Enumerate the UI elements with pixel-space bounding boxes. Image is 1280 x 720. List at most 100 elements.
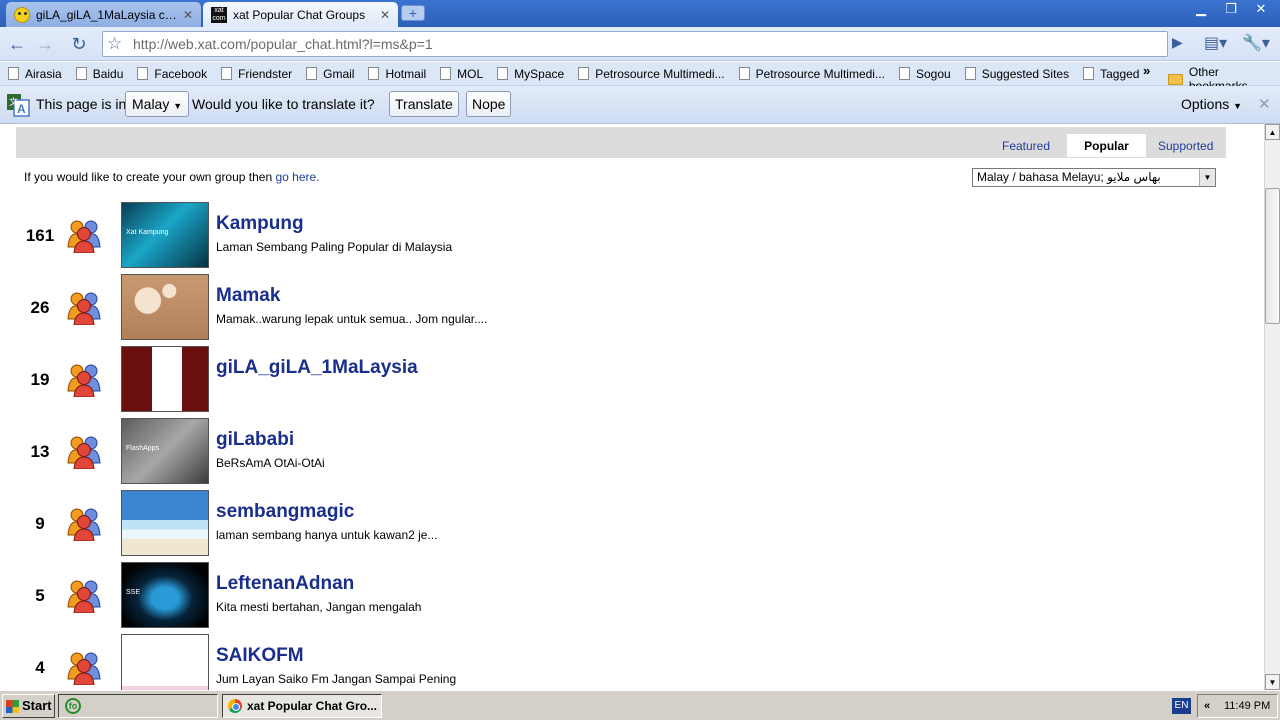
vertical-scrollbar[interactable]: ▲ ▼: [1264, 124, 1280, 690]
bookmark-item[interactable]: Tagged: [1083, 67, 1139, 81]
bookmark-label: Gmail: [323, 66, 355, 81]
go-arrow-icon[interactable]: ▶: [1172, 34, 1183, 51]
language-indicator[interactable]: EN: [1172, 698, 1191, 714]
page-icon: [137, 67, 149, 80]
tab-close-icon[interactable]: ✕: [183, 8, 193, 22]
page-menu-icon[interactable]: ▤▾: [1204, 33, 1227, 53]
group-thumbnail[interactable]: Xat Kampung: [121, 202, 209, 268]
group-name-link[interactable]: sembangmagic: [216, 501, 354, 523]
users-group-icon: [67, 580, 101, 613]
url-input[interactable]: [133, 36, 1133, 52]
group-name-link[interactable]: giLA_giLA_1MaLaysia: [216, 357, 418, 379]
scroll-up-icon[interactable]: ▲: [1265, 124, 1280, 140]
group-row: 5 SSE LeftenanAdnan Kita mesti bertahan, Ja…: [0, 562, 1230, 634]
group-row: 19 giLA_giLA_1MaLaysia: [0, 346, 1230, 418]
taskbar-item-label: xat Popular Chat Gro...: [247, 699, 378, 713]
group-thumbnail[interactable]: [121, 274, 209, 340]
tab-featured[interactable]: Featured: [1002, 134, 1050, 157]
group-name-link[interactable]: Mamak: [216, 285, 280, 307]
group-name-link[interactable]: Kampung: [216, 213, 304, 235]
translate-prompt-label: This page is in: [36, 96, 127, 112]
options-menu-button[interactable]: Options ▼: [1181, 96, 1242, 112]
bookmark-item[interactable]: Hotmail: [368, 67, 426, 81]
translate-infobar: A 文 This page is in Malay ▼ Would you li…: [0, 86, 1280, 124]
minimize-icon[interactable]: ▁: [1190, 0, 1212, 18]
bookmark-item[interactable]: Suggested Sites: [964, 66, 1070, 81]
taskbar-item-chrome[interactable]: xat Popular Chat Gro...: [222, 694, 382, 718]
bookmark-label: MOL: [457, 66, 484, 81]
chevron-down-icon: ▼: [173, 101, 183, 111]
bookmark-label: Airasia: [25, 66, 62, 81]
group-thumbnail[interactable]: SSE: [121, 562, 209, 628]
scroll-down-icon[interactable]: ▼: [1265, 674, 1280, 690]
group-row: 4 SAIKOFM Jum Layan Saiko Fm Jangan Sampai…: [0, 634, 1230, 690]
tab-supported[interactable]: Supported: [1158, 134, 1213, 157]
bookmark-label: Hotmail: [385, 66, 427, 81]
tab-popular[interactable]: Popular: [1067, 134, 1146, 157]
new-tab-button[interactable]: +: [401, 5, 425, 21]
bookmark-item[interactable]: Airasia: [8, 67, 62, 81]
group-thumbnail[interactable]: [121, 634, 209, 690]
group-thumbnail[interactable]: [121, 490, 209, 556]
bookmark-item[interactable]: Baidu: [75, 66, 124, 81]
bookmark-item[interactable]: Petrosource Multimedi...: [578, 67, 725, 81]
maximize-icon[interactable]: ❐: [1220, 0, 1242, 18]
reload-icon[interactable]: ↻: [66, 32, 92, 56]
page-language-select[interactable]: Malay ▼: [125, 91, 190, 117]
group-row: 13 FlashApps giLababi BeRsAmA OtAi-OtAi: [0, 418, 1230, 490]
group-description: BeRsAmA OtAi-OtAi: [216, 456, 325, 470]
back-arrow-icon[interactable]: ←: [4, 32, 30, 56]
group-name-link[interactable]: LeftenanAdnan: [216, 573, 354, 595]
star-bookmark-icon[interactable]: ☆: [107, 34, 122, 54]
page-icon: [75, 67, 87, 80]
thumbnail-caption: FlashApps: [126, 445, 160, 452]
bookmark-label: Facebook: [154, 66, 208, 81]
close-window-icon[interactable]: ✕: [1250, 0, 1272, 18]
go-here-link[interactable]: go here.: [276, 170, 320, 184]
bookmark-label: Baidu: [92, 66, 124, 81]
bookmark-item[interactable]: MySpace: [497, 67, 564, 81]
group-thumbnail[interactable]: FlashApps: [121, 418, 209, 484]
close-infobar-icon[interactable]: ✕: [1258, 95, 1271, 113]
bookmark-item[interactable]: Petrosource Multimedi...: [738, 67, 885, 81]
bookmark-item[interactable]: Facebook: [137, 67, 207, 81]
user-count: 5: [35, 586, 45, 605]
wrench-icon[interactable]: 🔧▾: [1242, 33, 1270, 53]
users-group-icon: [67, 220, 101, 253]
translate-button[interactable]: Translate: [389, 91, 459, 117]
app-shortcut-icon[interactable]: fo: [65, 698, 81, 714]
browser-tab-xat[interactable]: xat com xat Popular Chat Groups ✕: [203, 2, 398, 27]
start-button[interactable]: Start: [2, 694, 55, 718]
smiley-favicon-icon: [14, 6, 30, 23]
page-language-value: Malay: [132, 96, 170, 112]
group-thumbnail[interactable]: [121, 346, 209, 412]
folder-icon: [1168, 73, 1183, 85]
bookmark-item[interactable]: MOL: [440, 67, 483, 81]
page-icon: [368, 67, 380, 80]
page-icon: [306, 67, 318, 80]
bookmark-item[interactable]: Friendster: [221, 67, 292, 81]
nope-button[interactable]: Nope: [466, 91, 512, 117]
page-icon: [497, 67, 509, 80]
quick-launch: fo: [58, 694, 218, 718]
browser-toolbar: ← → ↻ ☆ ▶ ▤▾ 🔧▾: [0, 27, 1280, 61]
browser-tab-gila[interactable]: giLA_giLA_1MaLaysia chat ... ✕: [6, 2, 201, 27]
group-name-link[interactable]: giLababi: [216, 429, 294, 451]
page-icon: [964, 67, 976, 80]
forward-arrow-icon[interactable]: →: [32, 32, 58, 56]
group-name-link[interactable]: SAIKOFM: [216, 645, 304, 667]
tab-close-icon[interactable]: ✕: [380, 8, 390, 22]
translate-icon: A 文: [7, 94, 30, 117]
bookmark-item[interactable]: Gmail: [306, 67, 354, 81]
thumbnail-caption: Xat Kampung: [126, 229, 169, 236]
language-dropdown-value: Malay / bahasa Melayu; بهاس ملايو: [977, 170, 1161, 184]
expand-tray-icon[interactable]: «: [1204, 695, 1210, 717]
bookmark-label: Suggested Sites: [981, 66, 1070, 81]
page-icon: [440, 67, 452, 80]
address-bar[interactable]: ☆: [102, 31, 1168, 57]
options-label: Options: [1181, 96, 1230, 112]
scrollbar-thumb[interactable]: [1265, 188, 1280, 324]
language-dropdown[interactable]: Malay / bahasa Melayu; بهاس ملايو ▼: [972, 168, 1216, 187]
bookmark-item[interactable]: Sogou: [898, 67, 951, 81]
bookmarks-overflow-icon[interactable]: »: [1143, 63, 1150, 78]
